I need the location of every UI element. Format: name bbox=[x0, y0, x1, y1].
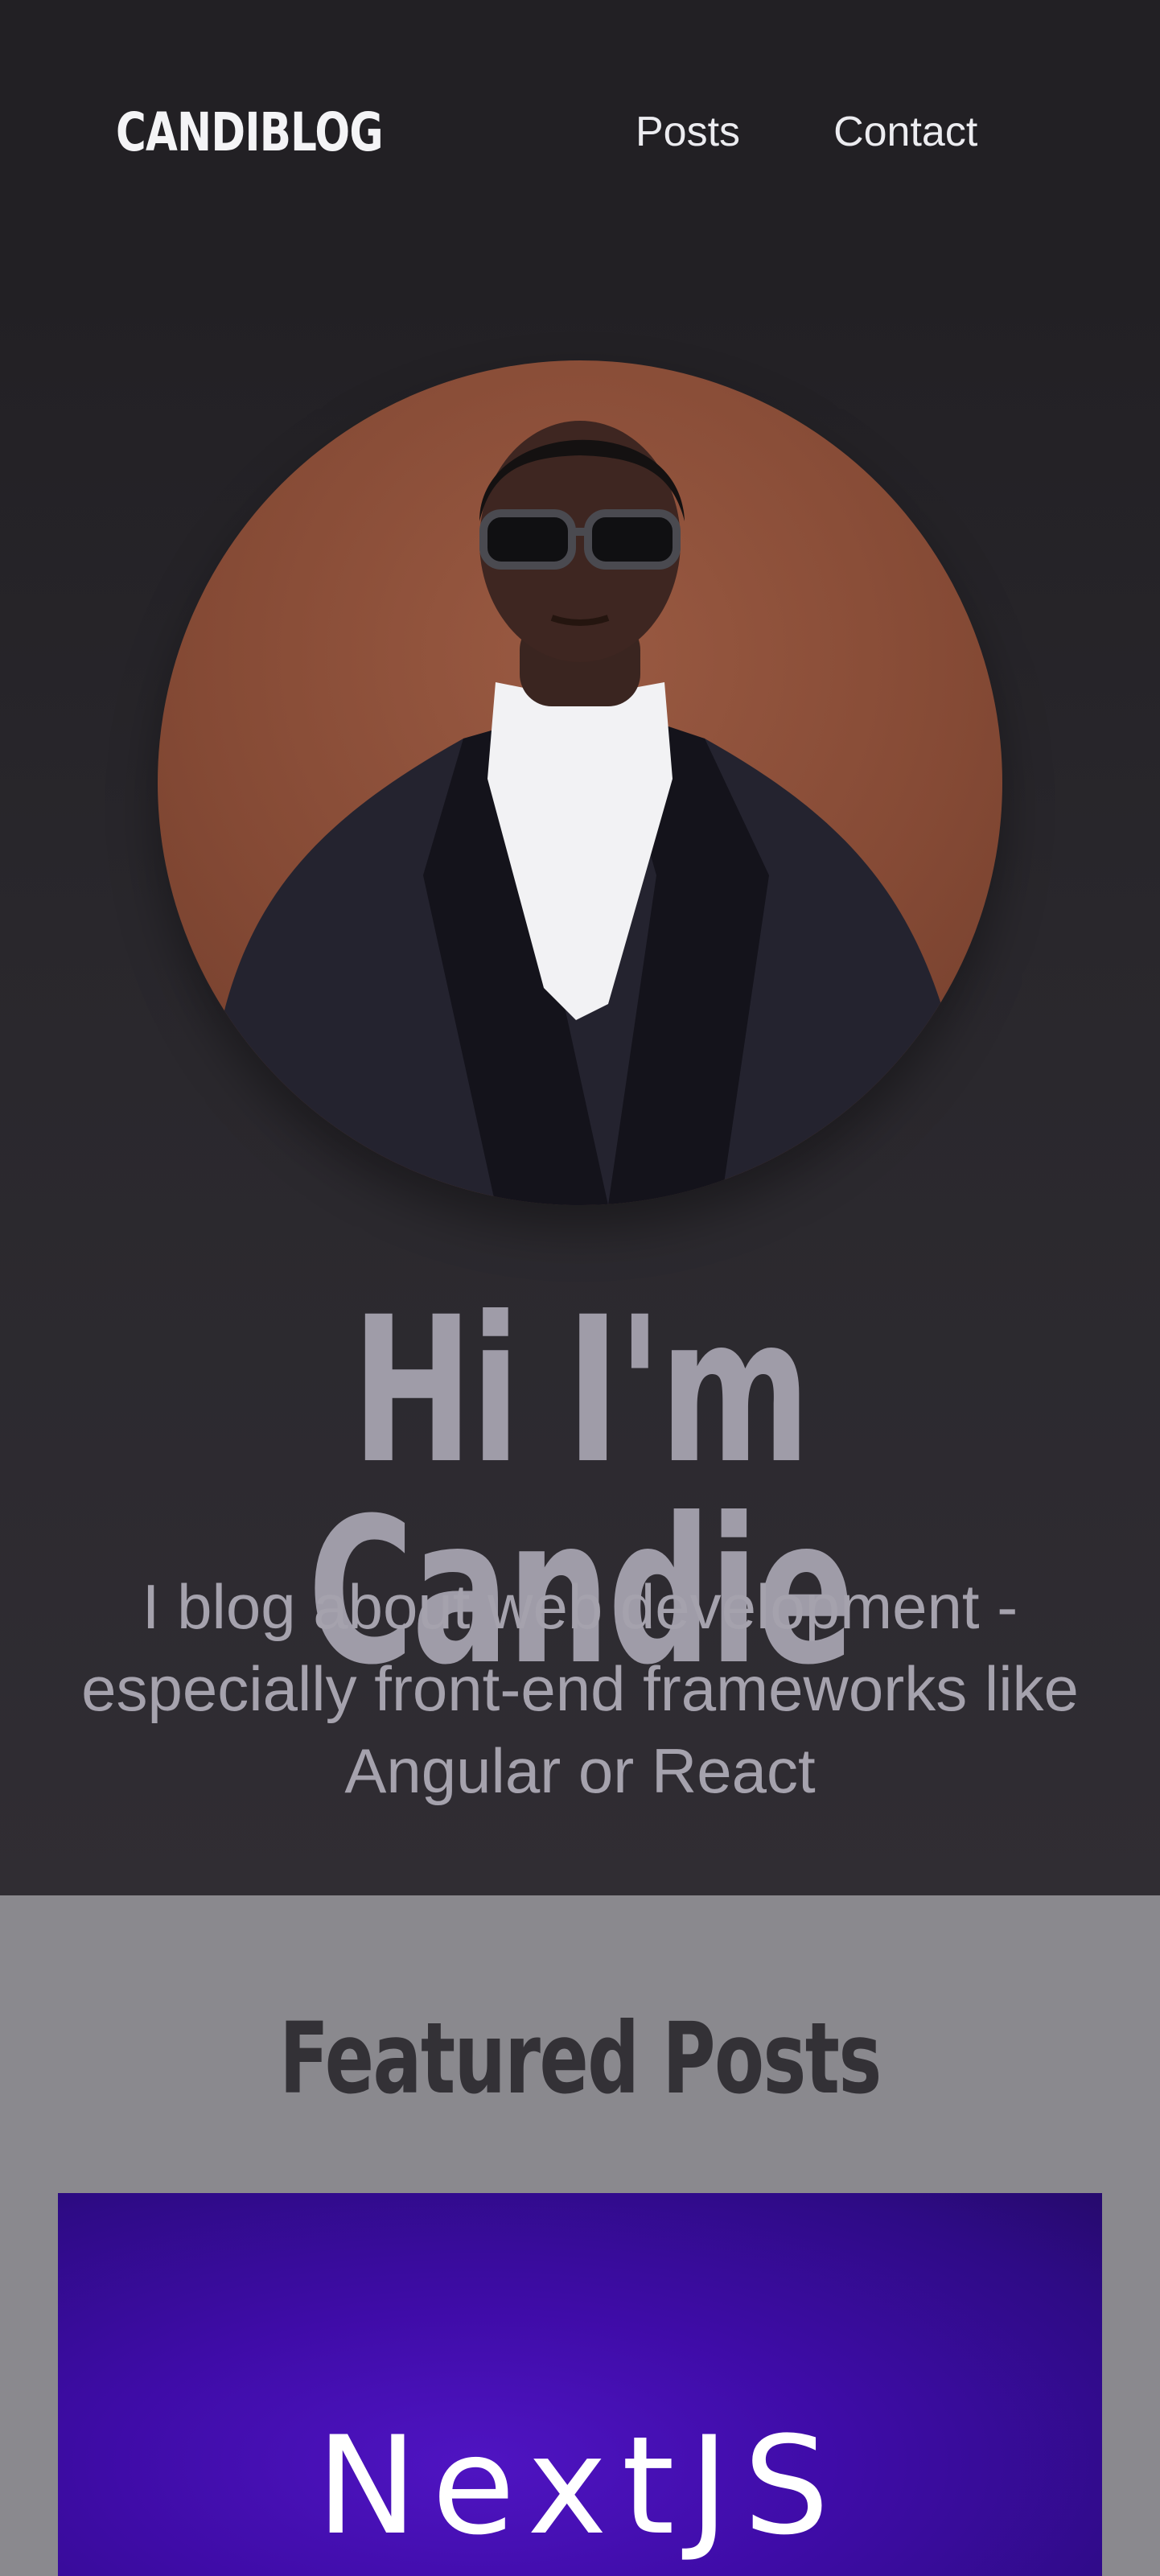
main-nav: Posts Contact bbox=[636, 108, 977, 156]
hero-subtitle: I blog about web development - especiall… bbox=[81, 1571, 1079, 1806]
featured-posts-section: Featured Posts NextJS bbox=[0, 1895, 1160, 2576]
profile-portrait-illustration bbox=[206, 421, 962, 1205]
nav-link-contact[interactable]: Contact bbox=[833, 108, 977, 156]
post-card-title: NextJS bbox=[316, 2407, 844, 2565]
site-header: CANDIBLOG Posts Contact bbox=[0, 0, 1160, 274]
page: CANDIBLOG Posts Contact Hi I'm Candie I … bbox=[0, 0, 1160, 2576]
nav-link-posts[interactable]: Posts bbox=[636, 108, 740, 156]
post-card[interactable]: NextJS bbox=[58, 2193, 1102, 2576]
profile-avatar bbox=[158, 360, 1002, 1205]
featured-posts-heading: Featured Posts bbox=[279, 2002, 882, 2116]
site-logo[interactable]: CANDIBLOG bbox=[116, 101, 384, 163]
